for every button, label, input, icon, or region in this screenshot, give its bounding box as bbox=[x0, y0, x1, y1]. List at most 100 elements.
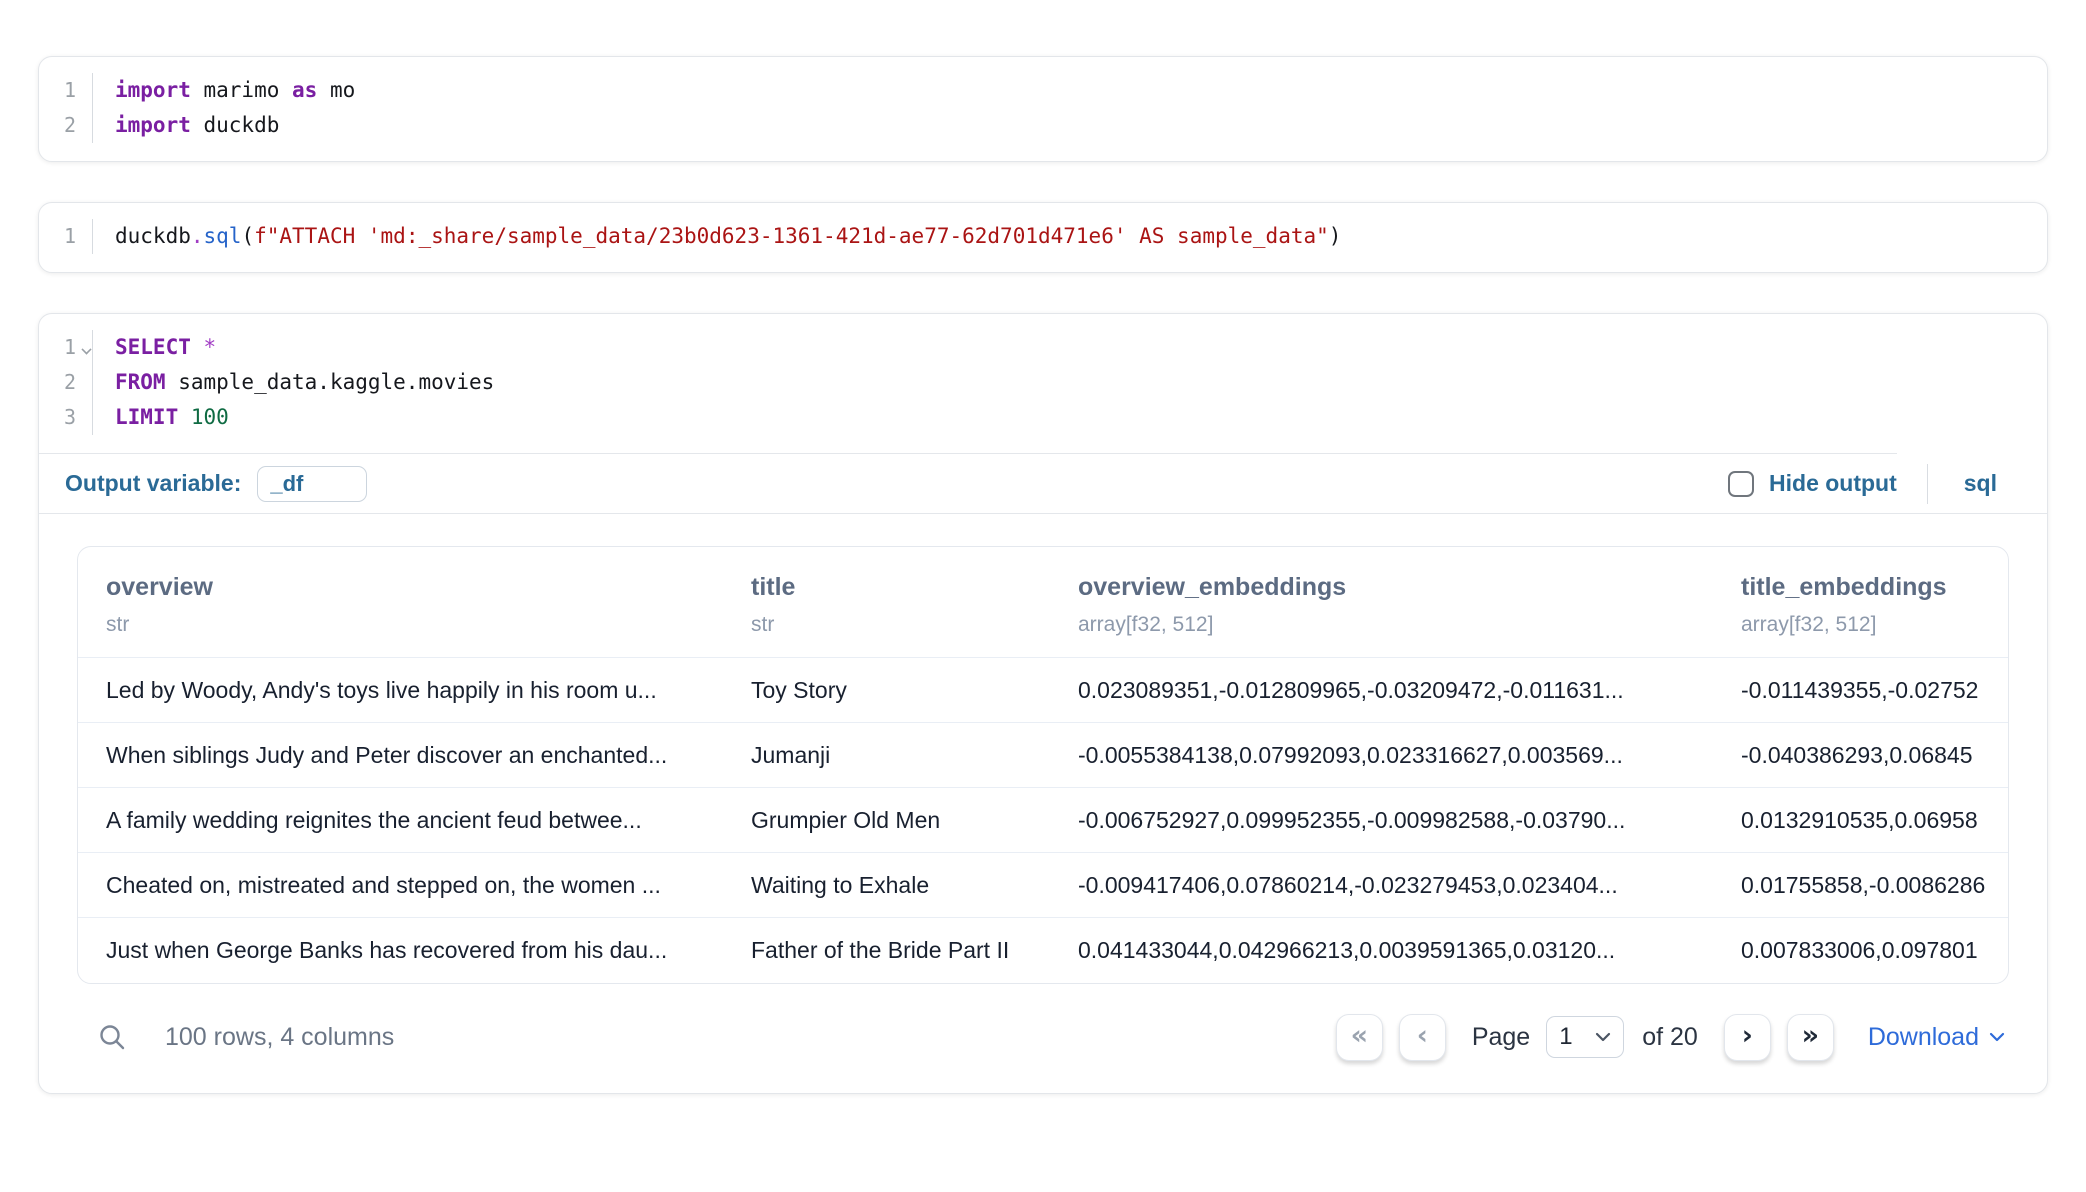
page-label: Page bbox=[1472, 1023, 1530, 1052]
column-header[interactable]: title_embeddings array[f32, 512] bbox=[1713, 547, 2008, 658]
cell-attach: 1duckdb.sql(f"ATTACH 'md:_share/sample_d… bbox=[38, 202, 2048, 273]
search-icon[interactable] bbox=[97, 1022, 127, 1052]
code-content: duckdb.sql(f"ATTACH 'md:_share/sample_da… bbox=[93, 219, 1341, 254]
code-content: import duckdb bbox=[93, 108, 279, 143]
code-content: import marimo as mo bbox=[93, 73, 355, 108]
column-type: array[f32, 512] bbox=[1078, 613, 1713, 637]
table-cell: Just when George Banks has recovered fro… bbox=[78, 918, 723, 983]
page-total-label: of 20 bbox=[1642, 1023, 1698, 1052]
code-line[interactable]: 2import duckdb bbox=[39, 108, 2047, 143]
column-header[interactable]: overview_embeddings array[f32, 512] bbox=[1050, 547, 1713, 658]
code-token: ( bbox=[241, 224, 254, 248]
table-row[interactable]: Led by Woody, Andy's toys live happily i… bbox=[78, 658, 2008, 723]
code-token bbox=[178, 405, 191, 429]
notebook-page: 1import marimo as mo2import duckdb 1duck… bbox=[0, 0, 2086, 1094]
table-cell: -0.011439355,-0.02752 bbox=[1713, 658, 2008, 723]
download-button[interactable]: Download bbox=[1868, 1023, 2005, 1052]
column-name: overview bbox=[106, 573, 723, 602]
chevron-down-icon bbox=[1595, 1032, 1611, 1042]
line-number: 3 bbox=[39, 400, 93, 435]
code-editor-sql[interactable]: 1 SELECT * 2FROM sample_data.kaggle.movies… bbox=[39, 314, 2047, 453]
column-name: title bbox=[751, 573, 1050, 602]
rows-summary: 100 rows, 4 columns bbox=[165, 1023, 394, 1052]
cell-sql: 1 SELECT * 2FROM sample_data.kaggle.movies… bbox=[38, 313, 2048, 1094]
column-type: array[f32, 512] bbox=[1741, 613, 2008, 637]
table-cell: When siblings Judy and Peter discover an… bbox=[78, 723, 723, 788]
page-select-value: 1 bbox=[1559, 1023, 1572, 1051]
line-number: 1 bbox=[39, 330, 93, 365]
hide-output-label: Hide output bbox=[1769, 470, 1897, 497]
code-line[interactable]: 1import marimo as mo bbox=[39, 73, 2047, 108]
table-row[interactable]: When siblings Judy and Peter discover an… bbox=[78, 723, 2008, 788]
toolbar-separator bbox=[1927, 464, 1928, 504]
sql-cell-toolbar: Output variable: Hide output sql bbox=[39, 454, 2047, 514]
table-row[interactable]: A family wedding reignites the ancient f… bbox=[78, 788, 2008, 853]
code-token: as bbox=[292, 78, 317, 102]
table-cell: Jumanji bbox=[723, 723, 1050, 788]
code-content: LIMIT 100 bbox=[93, 400, 229, 435]
table-cell: Waiting to Exhale bbox=[723, 853, 1050, 918]
table-footer: 100 rows, 4 columns « ‹ Page 1 of 20 › » bbox=[77, 984, 2009, 1067]
table-cell: A family wedding reignites the ancient f… bbox=[78, 788, 723, 853]
download-label: Download bbox=[1868, 1023, 1979, 1052]
code-token: marimo bbox=[191, 78, 292, 102]
previous-page-button[interactable]: ‹ bbox=[1399, 1014, 1446, 1061]
pagination: « ‹ Page 1 of 20 › » Download bbox=[1320, 1014, 2005, 1061]
code-token: sample_data.kaggle.movies bbox=[166, 370, 495, 394]
table-header-row: overviewstr title str overview_embeddingsar… bbox=[78, 547, 2008, 658]
language-badge[interactable]: sql bbox=[1964, 470, 1997, 497]
code-line[interactable]: 1duckdb.sql(f"ATTACH 'md:_share/sample_d… bbox=[39, 219, 2047, 254]
code-token bbox=[191, 335, 204, 359]
code-token: * bbox=[204, 335, 217, 359]
code-token: sql bbox=[204, 224, 242, 248]
column-name: overview_embeddings bbox=[1078, 573, 1713, 602]
column-header[interactable]: title str bbox=[723, 547, 1050, 658]
table-cell: -0.040386293,0.06845 bbox=[1713, 723, 2008, 788]
table-cell: Toy Story bbox=[723, 658, 1050, 723]
cell-imports: 1import marimo as mo2import duckdb bbox=[38, 56, 2048, 162]
column-type: str bbox=[751, 613, 1050, 637]
result-table: overviewstr title str overview_embeddingsar… bbox=[78, 547, 2008, 983]
code-token: SELECT bbox=[115, 335, 191, 359]
line-number: 2 bbox=[39, 108, 93, 143]
code-token: f"ATTACH 'md:_share/sample_data/23b0d623… bbox=[254, 224, 1329, 248]
last-page-button[interactable]: » bbox=[1787, 1014, 1834, 1061]
result-table-container: overviewstr title str overview_embeddingsar… bbox=[77, 546, 2009, 984]
table-cell: -0.0055384138,0.07992093,0.023316627,0.0… bbox=[1050, 723, 1713, 788]
code-token: mo bbox=[317, 78, 355, 102]
output-area: overviewstr title str overview_embeddingsar… bbox=[39, 514, 2047, 1093]
fold-chevron-icon[interactable] bbox=[81, 344, 91, 354]
output-variable-input[interactable] bbox=[257, 466, 367, 502]
code-token: duckdb bbox=[191, 113, 280, 137]
page-select[interactable]: 1 bbox=[1546, 1016, 1624, 1058]
line-number: 1 bbox=[39, 219, 93, 254]
code-editor-imports[interactable]: 1import marimo as mo2import duckdb bbox=[39, 57, 2047, 161]
code-token: import bbox=[115, 113, 191, 137]
code-token: . bbox=[191, 224, 204, 248]
table-cell: Grumpier Old Men bbox=[723, 788, 1050, 853]
code-token: ) bbox=[1329, 224, 1342, 248]
output-variable-label: Output variable: bbox=[65, 470, 241, 497]
column-name: title_embeddings bbox=[1741, 573, 2008, 602]
code-token: duckdb bbox=[115, 224, 191, 248]
chevron-down-icon bbox=[1989, 1032, 2005, 1042]
code-content: FROM sample_data.kaggle.movies bbox=[93, 365, 494, 400]
code-line[interactable]: 1 SELECT * bbox=[39, 330, 2047, 365]
column-header[interactable]: overviewstr bbox=[78, 547, 723, 658]
code-token: FROM bbox=[115, 370, 166, 394]
hide-output-checkbox[interactable] bbox=[1728, 471, 1754, 497]
table-cell: -0.009417406,0.07860214,-0.023279453,0.0… bbox=[1050, 853, 1713, 918]
table-cell: Cheated on, mistreated and stepped on, t… bbox=[78, 853, 723, 918]
table-cell: 0.023089351,-0.012809965,-0.03209472,-0.… bbox=[1050, 658, 1713, 723]
code-line[interactable]: 2FROM sample_data.kaggle.movies bbox=[39, 365, 2047, 400]
first-page-button[interactable]: « bbox=[1336, 1014, 1383, 1061]
table-row[interactable]: Just when George Banks has recovered fro… bbox=[78, 918, 2008, 983]
code-token: 100 bbox=[191, 405, 229, 429]
code-token: import bbox=[115, 78, 191, 102]
table-cell: Father of the Bride Part II bbox=[723, 918, 1050, 983]
code-line[interactable]: 3LIMIT 100 bbox=[39, 400, 2047, 435]
table-row[interactable]: Cheated on, mistreated and stepped on, t… bbox=[78, 853, 2008, 918]
table-cell: 0.01755858,-0.0086286 bbox=[1713, 853, 2008, 918]
code-editor-attach[interactable]: 1duckdb.sql(f"ATTACH 'md:_share/sample_d… bbox=[39, 203, 2047, 272]
next-page-button[interactable]: › bbox=[1724, 1014, 1771, 1061]
